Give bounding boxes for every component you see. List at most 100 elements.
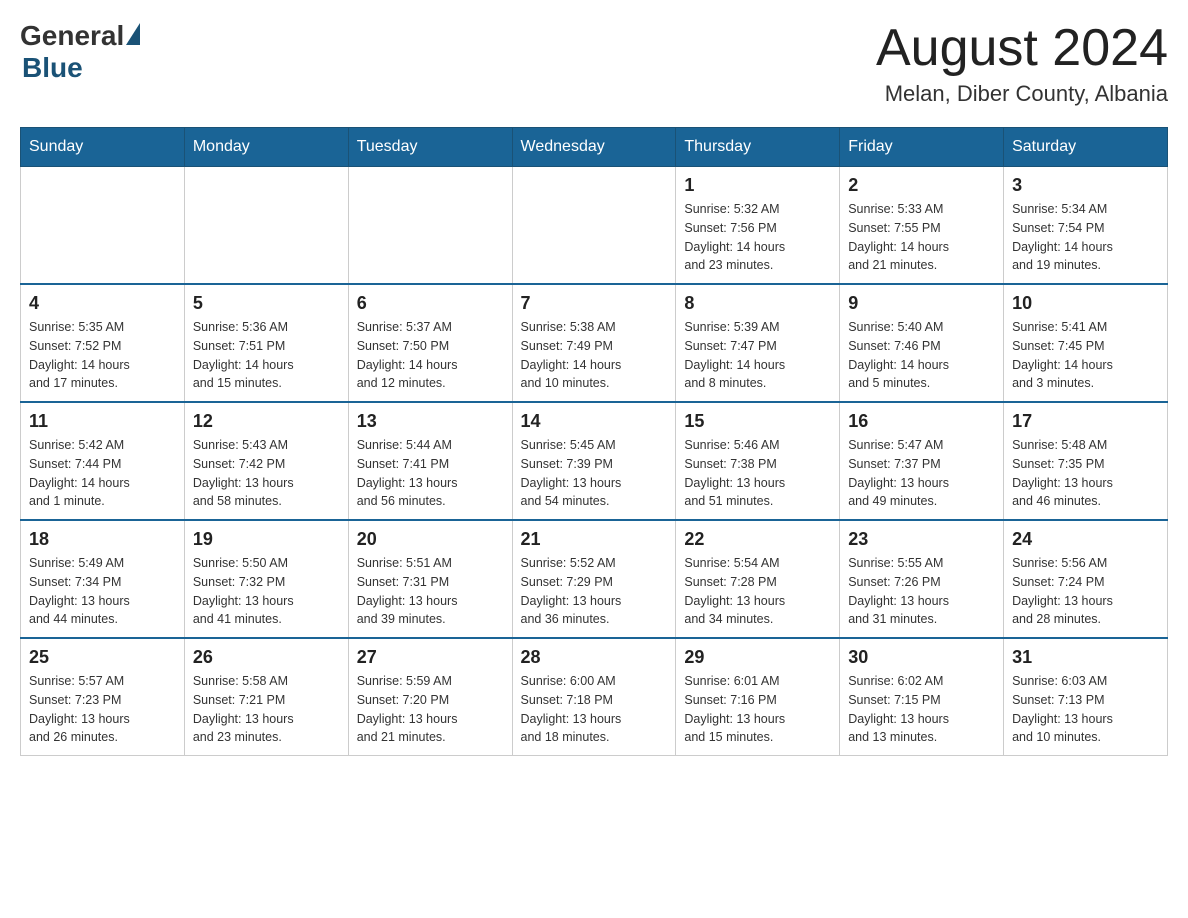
calendar-day-cell: 7 Sunrise: 5:38 AMSunset: 7:49 PMDaylight… (512, 284, 676, 402)
day-of-week-header: Wednesday (512, 128, 676, 167)
day-info: Sunrise: 5:42 AMSunset: 7:44 PMDaylight:… (29, 436, 176, 511)
calendar-week-row: 25 Sunrise: 5:57 AMSunset: 7:23 PMDayligh… (21, 638, 1168, 756)
day-info: Sunrise: 5:46 AMSunset: 7:38 PMDaylight:… (684, 436, 831, 511)
day-info: Sunrise: 5:51 AMSunset: 7:31 PMDaylight:… (357, 554, 504, 629)
day-of-week-header: Saturday (1004, 128, 1168, 167)
day-number: 9 (848, 293, 995, 314)
calendar-day-cell: 15 Sunrise: 5:46 AMSunset: 7:38 PMDayligh… (676, 402, 840, 520)
calendar-day-cell: 8 Sunrise: 5:39 AMSunset: 7:47 PMDaylight… (676, 284, 840, 402)
calendar-day-cell: 11 Sunrise: 5:42 AMSunset: 7:44 PMDayligh… (21, 402, 185, 520)
calendar-day-cell (348, 167, 512, 285)
calendar-day-cell: 30 Sunrise: 6:02 AMSunset: 7:15 PMDayligh… (840, 638, 1004, 756)
day-number: 8 (684, 293, 831, 314)
day-info: Sunrise: 5:48 AMSunset: 7:35 PMDaylight:… (1012, 436, 1159, 511)
calendar-day-cell: 10 Sunrise: 5:41 AMSunset: 7:45 PMDayligh… (1004, 284, 1168, 402)
calendar-day-cell: 20 Sunrise: 5:51 AMSunset: 7:31 PMDayligh… (348, 520, 512, 638)
calendar-week-row: 4Sunrise: 5:35 AMSunset: 7:52 PMDaylight… (21, 284, 1168, 402)
calendar-day-cell: 16 Sunrise: 5:47 AMSunset: 7:37 PMDayligh… (840, 402, 1004, 520)
calendar-day-cell: 31 Sunrise: 6:03 AMSunset: 7:13 PMDayligh… (1004, 638, 1168, 756)
calendar-day-cell: 12 Sunrise: 5:43 AMSunset: 7:42 PMDayligh… (184, 402, 348, 520)
calendar-day-cell: 14 Sunrise: 5:45 AMSunset: 7:39 PMDayligh… (512, 402, 676, 520)
day-number: 21 (521, 529, 668, 550)
day-number: 31 (1012, 647, 1159, 668)
day-number: 3 (1012, 175, 1159, 196)
calendar-day-cell (184, 167, 348, 285)
day-info: Sunrise: 5:47 AMSunset: 7:37 PMDaylight:… (848, 436, 995, 511)
day-number: 7 (521, 293, 668, 314)
day-info: Sunrise: 6:01 AMSunset: 7:16 PMDaylight:… (684, 672, 831, 747)
days-header-row: SundayMondayTuesdayWednesdayThursdayFrid… (21, 128, 1168, 167)
day-info: Sunrise: 5:44 AMSunset: 7:41 PMDaylight:… (357, 436, 504, 511)
day-info: Sunrise: 5:38 AMSunset: 7:49 PMDaylight:… (521, 318, 668, 393)
day-info: Sunrise: 5:36 AMSunset: 7:51 PMDaylight:… (193, 318, 340, 393)
calendar-day-cell: 1 Sunrise: 5:32 AMSunset: 7:56 PMDaylight… (676, 167, 840, 285)
day-number: 25 (29, 647, 176, 668)
day-info: Sunrise: 5:57 AMSunset: 7:23 PMDaylight:… (29, 672, 176, 747)
day-number: 30 (848, 647, 995, 668)
calendar-day-cell: 9 Sunrise: 5:40 AMSunset: 7:46 PMDaylight… (840, 284, 1004, 402)
day-info: Sunrise: 6:03 AMSunset: 7:13 PMDaylight:… (1012, 672, 1159, 747)
calendar-day-cell: 28Sunrise: 6:00 AMSunset: 7:18 PMDayligh… (512, 638, 676, 756)
day-number: 19 (193, 529, 340, 550)
calendar-day-cell: 5Sunrise: 5:36 AMSunset: 7:51 PMDaylight… (184, 284, 348, 402)
calendar-title: August 2024 (876, 20, 1168, 77)
title-section: August 2024 Melan, Diber County, Albania (876, 20, 1168, 107)
day-number: 2 (848, 175, 995, 196)
day-info: Sunrise: 5:43 AMSunset: 7:42 PMDaylight:… (193, 436, 340, 511)
calendar-day-cell: 13 Sunrise: 5:44 AMSunset: 7:41 PMDayligh… (348, 402, 512, 520)
logo-blue-text: Blue (22, 52, 83, 84)
day-number: 17 (1012, 411, 1159, 432)
day-of-week-header: Tuesday (348, 128, 512, 167)
day-number: 15 (684, 411, 831, 432)
day-number: 14 (521, 411, 668, 432)
day-number: 10 (1012, 293, 1159, 314)
calendar-day-cell: 2 Sunrise: 5:33 AMSunset: 7:55 PMDaylight… (840, 167, 1004, 285)
day-info: Sunrise: 5:59 AMSunset: 7:20 PMDaylight:… (357, 672, 504, 747)
day-number: 24 (1012, 529, 1159, 550)
day-info: Sunrise: 5:40 AMSunset: 7:46 PMDaylight:… (848, 318, 995, 393)
day-number: 16 (848, 411, 995, 432)
day-number: 11 (29, 411, 176, 432)
day-number: 20 (357, 529, 504, 550)
calendar-day-cell: 4Sunrise: 5:35 AMSunset: 7:52 PMDaylight… (21, 284, 185, 402)
day-info: Sunrise: 5:55 AMSunset: 7:26 PMDaylight:… (848, 554, 995, 629)
day-info: Sunrise: 5:32 AMSunset: 7:56 PMDaylight:… (684, 200, 831, 275)
calendar-day-cell: 27Sunrise: 5:59 AMSunset: 7:20 PMDayligh… (348, 638, 512, 756)
day-of-week-header: Friday (840, 128, 1004, 167)
day-info: Sunrise: 5:54 AMSunset: 7:28 PMDaylight:… (684, 554, 831, 629)
day-of-week-header: Sunday (21, 128, 185, 167)
day-number: 29 (684, 647, 831, 668)
day-info: Sunrise: 6:02 AMSunset: 7:15 PMDaylight:… (848, 672, 995, 747)
day-info: Sunrise: 5:33 AMSunset: 7:55 PMDaylight:… (848, 200, 995, 275)
calendar-week-row: 11 Sunrise: 5:42 AMSunset: 7:44 PMDayligh… (21, 402, 1168, 520)
day-info: Sunrise: 5:39 AMSunset: 7:47 PMDaylight:… (684, 318, 831, 393)
calendar-day-cell: 17 Sunrise: 5:48 AMSunset: 7:35 PMDayligh… (1004, 402, 1168, 520)
calendar-table: SundayMondayTuesdayWednesdayThursdayFrid… (20, 127, 1168, 756)
calendar-day-cell: 3Sunrise: 5:34 AMSunset: 7:54 PMDaylight… (1004, 167, 1168, 285)
calendar-day-cell: 24 Sunrise: 5:56 AMSunset: 7:24 PMDayligh… (1004, 520, 1168, 638)
day-number: 26 (193, 647, 340, 668)
day-info: Sunrise: 5:45 AMSunset: 7:39 PMDaylight:… (521, 436, 668, 511)
day-number: 1 (684, 175, 831, 196)
day-info: Sunrise: 5:37 AMSunset: 7:50 PMDaylight:… (357, 318, 504, 393)
calendar-day-cell: 23Sunrise: 5:55 AMSunset: 7:26 PMDayligh… (840, 520, 1004, 638)
calendar-day-cell (21, 167, 185, 285)
calendar-day-cell: 25 Sunrise: 5:57 AMSunset: 7:23 PMDayligh… (21, 638, 185, 756)
calendar-day-cell: 26 Sunrise: 5:58 AMSunset: 7:21 PMDayligh… (184, 638, 348, 756)
calendar-day-cell: 19Sunrise: 5:50 AMSunset: 7:32 PMDayligh… (184, 520, 348, 638)
day-info: Sunrise: 5:56 AMSunset: 7:24 PMDaylight:… (1012, 554, 1159, 629)
calendar-week-row: 18Sunrise: 5:49 AMSunset: 7:34 PMDayligh… (21, 520, 1168, 638)
logo: General Blue (20, 20, 140, 84)
day-number: 6 (357, 293, 504, 314)
calendar-day-cell: 22 Sunrise: 5:54 AMSunset: 7:28 PMDayligh… (676, 520, 840, 638)
calendar-day-cell: 6 Sunrise: 5:37 AMSunset: 7:50 PMDaylight… (348, 284, 512, 402)
day-number: 13 (357, 411, 504, 432)
day-number: 12 (193, 411, 340, 432)
day-of-week-header: Thursday (676, 128, 840, 167)
day-info: Sunrise: 5:41 AMSunset: 7:45 PMDaylight:… (1012, 318, 1159, 393)
logo-general-text: General (20, 20, 124, 52)
day-info: Sunrise: 5:35 AMSunset: 7:52 PMDaylight:… (29, 318, 176, 393)
day-info: Sunrise: 5:58 AMSunset: 7:21 PMDaylight:… (193, 672, 340, 747)
page-header: General Blue August 2024 Melan, Diber Co… (20, 20, 1168, 107)
day-number: 22 (684, 529, 831, 550)
